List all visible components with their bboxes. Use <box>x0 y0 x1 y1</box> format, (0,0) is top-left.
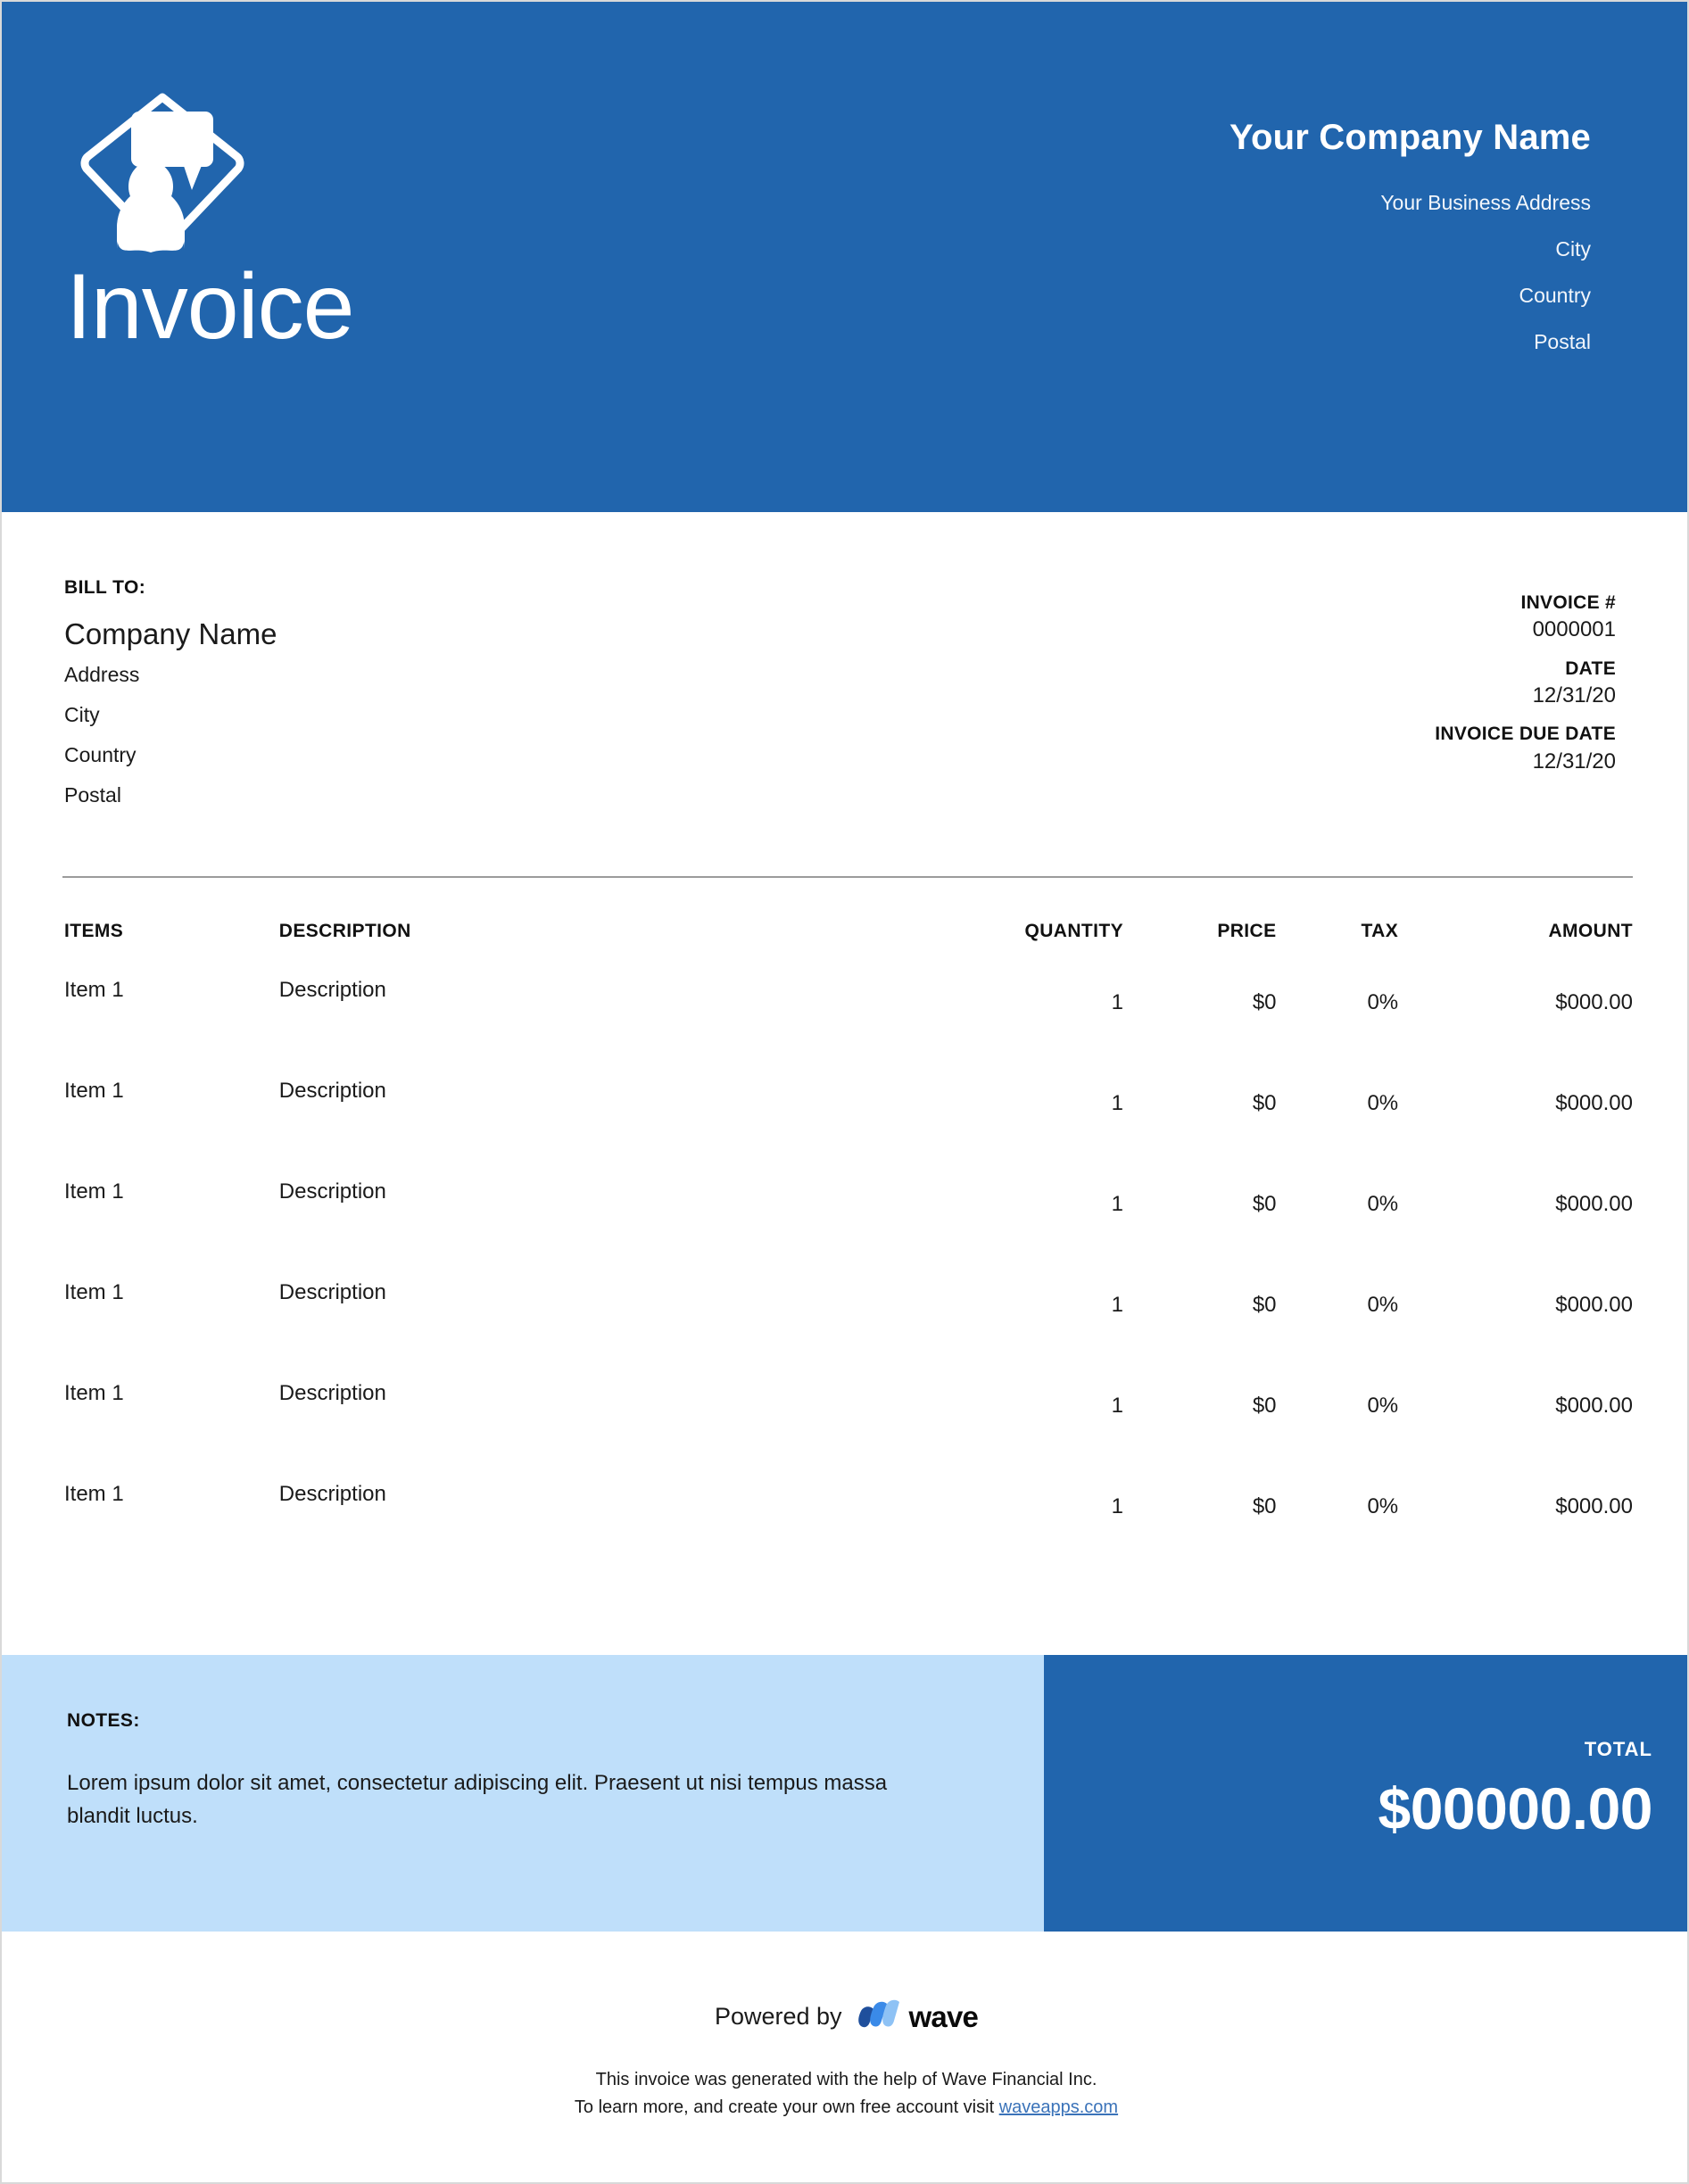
bill-to-address: Address <box>64 665 277 685</box>
table-row: Item 1 Description 1 $0 0% $000.00 <box>2 1482 1689 1583</box>
cell-tax: 0% <box>1302 1079 1442 1179</box>
cell-description: Description <box>230 1079 956 1179</box>
bill-to-city: City <box>64 705 277 725</box>
column-header-items: ITEMS <box>2 921 230 978</box>
invoice-meta-block: INVOICE # 0000001 DATE 12/31/20 INVOICE … <box>1435 591 1616 776</box>
cell-price: $0 <box>1143 1482 1302 1583</box>
invoice-due-date-row: INVOICE DUE DATE 12/31/20 <box>1435 722 1616 776</box>
cell-item: Item 1 <box>2 978 230 1079</box>
table-header-row: ITEMS DESCRIPTION QUANTITY PRICE TAX AMO… <box>2 921 1689 978</box>
legal-line-1: This invoice was generated with the help… <box>2 2066 1689 2094</box>
powered-by-label: Powered by <box>715 2003 842 2031</box>
bill-to-postal: Postal <box>64 785 277 806</box>
company-info: Your Company Name Your Business Address … <box>1229 116 1591 352</box>
cell-tax: 0% <box>1302 978 1442 1079</box>
total-label: TOTAL <box>1585 1738 1652 1761</box>
line-items-table: ITEMS DESCRIPTION QUANTITY PRICE TAX AMO… <box>2 921 1689 1583</box>
cell-description: Description <box>230 1179 956 1280</box>
waveapps-link[interactable]: waveapps.com <box>999 2097 1118 2117</box>
invoice-date-label: DATE <box>1435 657 1616 682</box>
cell-amount: $000.00 <box>1441 1079 1689 1179</box>
company-logo-icon <box>78 87 247 256</box>
column-header-description: DESCRIPTION <box>230 921 956 978</box>
cell-price: $0 <box>1143 1079 1302 1179</box>
cell-item: Item 1 <box>2 1381 230 1482</box>
total-panel: TOTAL $00000.00 <box>1044 1655 1689 1932</box>
cell-quantity: 1 <box>956 1482 1143 1583</box>
total-value: $00000.00 <box>1379 1775 1653 1843</box>
cell-description: Description <box>230 978 956 1079</box>
company-address-line-3: Country <box>1229 285 1591 306</box>
invoice-number-label: INVOICE # <box>1435 591 1616 616</box>
wave-logo-icon <box>854 1998 902 2034</box>
bill-to-country: Country <box>64 745 277 765</box>
cell-amount: $000.00 <box>1441 1381 1689 1482</box>
invoice-date-value: 12/31/20 <box>1435 682 1616 710</box>
wave-wordmark: wave <box>909 2002 979 2031</box>
column-header-price: PRICE <box>1143 921 1302 978</box>
table-row: Item 1 Description 1 $0 0% $000.00 <box>2 1079 1689 1179</box>
column-header-quantity: QUANTITY <box>956 921 1143 978</box>
cell-price: $0 <box>1143 1179 1302 1280</box>
invoice-date-row: DATE 12/31/20 <box>1435 657 1616 711</box>
cell-item: Item 1 <box>2 1179 230 1280</box>
cell-quantity: 1 <box>956 978 1143 1079</box>
cell-amount: $000.00 <box>1441 1280 1689 1381</box>
legal-line-2-prefix: To learn more, and create your own free … <box>575 2097 999 2117</box>
cell-quantity: 1 <box>956 1179 1143 1280</box>
cell-tax: 0% <box>1302 1482 1442 1583</box>
company-address-line-2: City <box>1229 239 1591 260</box>
invoice-title: Invoice <box>66 261 354 353</box>
cell-quantity: 1 <box>956 1381 1143 1482</box>
notes-text: Lorem ipsum dolor sit amet, consectetur … <box>67 1766 888 1832</box>
cell-item: Item 1 <box>2 1079 230 1179</box>
notes-total-section: NOTES: Lorem ipsum dolor sit amet, conse… <box>2 1655 1689 1932</box>
wave-brand: wave <box>854 1998 979 2034</box>
column-header-amount: AMOUNT <box>1441 921 1689 978</box>
invoice-header: Invoice Your Company Name Your Business … <box>2 2 1689 512</box>
notes-panel: NOTES: Lorem ipsum dolor sit amet, conse… <box>2 1655 1044 1932</box>
table-row: Item 1 Description 1 $0 0% $000.00 <box>2 1179 1689 1280</box>
cell-amount: $000.00 <box>1441 1179 1689 1280</box>
cell-price: $0 <box>1143 978 1302 1079</box>
cell-price: $0 <box>1143 1280 1302 1381</box>
company-address-line-4: Postal <box>1229 332 1591 352</box>
company-address-line-1: Your Business Address <box>1229 193 1591 213</box>
cell-tax: 0% <box>1302 1179 1442 1280</box>
cell-description: Description <box>230 1381 956 1482</box>
cell-description: Description <box>230 1280 956 1381</box>
bill-to-label: BILL TO: <box>64 577 277 599</box>
cell-description: Description <box>230 1482 956 1583</box>
cell-quantity: 1 <box>956 1079 1143 1179</box>
table-row: Item 1 Description 1 $0 0% $000.00 <box>2 1381 1689 1482</box>
table-row: Item 1 Description 1 $0 0% $000.00 <box>2 1280 1689 1381</box>
powered-by-block: Powered by wave <box>2 1998 1689 2034</box>
bill-to-company: Company Name <box>64 618 277 650</box>
invoice-due-date-value: 12/31/20 <box>1435 748 1616 776</box>
invoice-footer: Powered by wave This invoice was generat… <box>2 1998 1689 2122</box>
cell-item: Item 1 <box>2 1482 230 1583</box>
table-row: Item 1 Description 1 $0 0% $000.00 <box>2 978 1689 1079</box>
cell-tax: 0% <box>1302 1381 1442 1482</box>
cell-item: Item 1 <box>2 1280 230 1381</box>
column-header-tax: TAX <box>1302 921 1442 978</box>
invoice-due-date-label: INVOICE DUE DATE <box>1435 722 1616 747</box>
legal-line-2: To learn more, and create your own free … <box>2 2094 1689 2122</box>
cell-quantity: 1 <box>956 1280 1143 1381</box>
notes-label: NOTES: <box>67 1710 140 1732</box>
invoice-number-row: INVOICE # 0000001 <box>1435 591 1616 645</box>
cell-price: $0 <box>1143 1381 1302 1482</box>
bill-to-block: BILL TO: Company Name Address City Count… <box>64 577 277 806</box>
cell-amount: $000.00 <box>1441 1482 1689 1583</box>
invoice-number-value: 0000001 <box>1435 616 1616 644</box>
cell-tax: 0% <box>1302 1280 1442 1381</box>
invoice-page: Invoice Your Company Name Your Business … <box>0 0 1689 2184</box>
company-name: Your Company Name <box>1229 116 1591 159</box>
header-divider <box>62 876 1633 878</box>
cell-amount: $000.00 <box>1441 978 1689 1079</box>
